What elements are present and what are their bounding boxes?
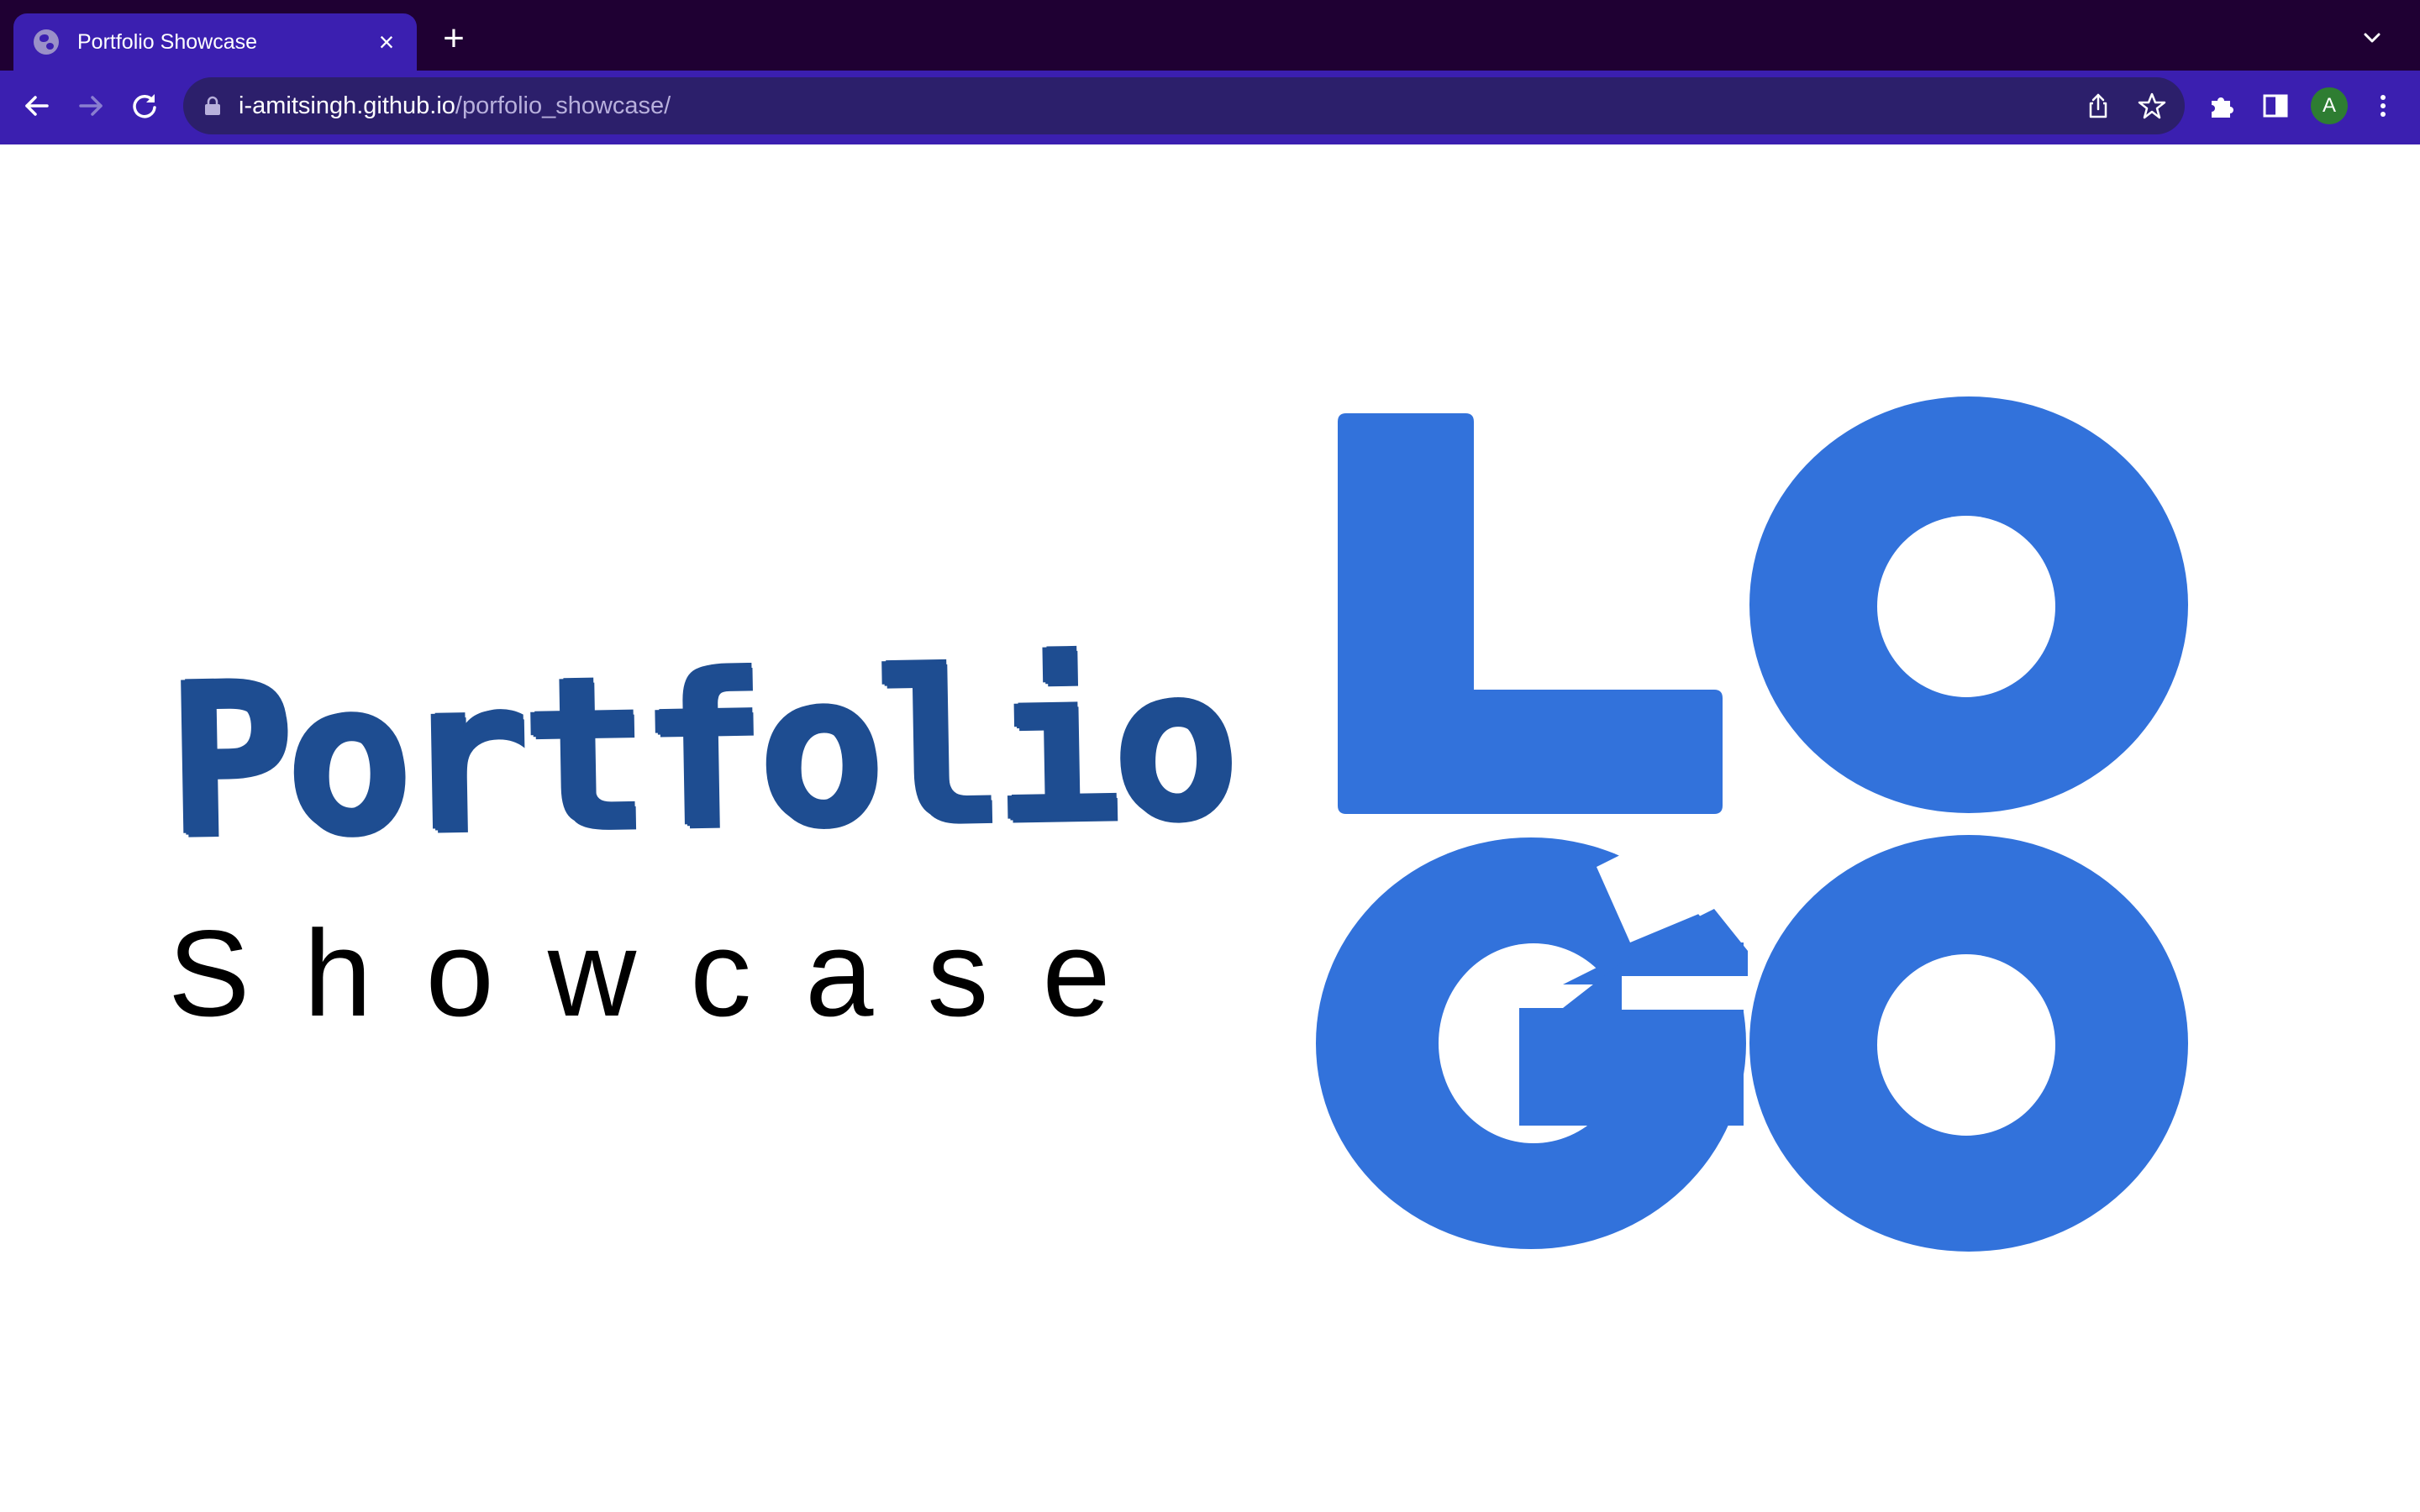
logo-letter-l [1338,413,1723,814]
url-path: /porfolio_showcase/ [455,92,671,119]
kebab-menu-icon[interactable] [2365,87,2402,124]
browser-window: Portfolio Showcase × + i-amitsingh.githu… [0,0,2420,1512]
browser-toolbar: i-amitsingh.github.io/porfolio_showcase/… [0,71,2420,144]
new-tab-button[interactable]: + [435,20,472,57]
close-icon[interactable]: × [371,27,402,57]
globe-icon [34,29,59,55]
address-bar[interactable]: i-amitsingh.github.io/porfolio_showcase/ [183,77,2185,134]
tab-portfolio-showcase[interactable]: Portfolio Showcase × [13,13,417,71]
star-icon[interactable] [2138,92,2166,120]
chevron-down-icon[interactable] [2360,25,2385,50]
reload-icon[interactable] [126,87,163,124]
tab-strip: Portfolio Showcase × + [0,0,2420,71]
hero-title: Portfolio [166,621,1234,885]
hero-subtitle: Showcase [168,905,1165,1042]
logo-letter-o-top [1749,396,2188,813]
side-panel-icon[interactable] [2257,87,2294,124]
arrow-left-icon[interactable] [18,87,55,124]
tab-title: Portfolio Showcase [77,29,258,54]
share-icon[interactable] [2084,92,2112,120]
puzzle-icon[interactable] [2203,87,2240,124]
logo-letter-o-bottom [1749,835,2188,1252]
arrow-right-icon[interactable] [72,87,109,124]
lock-icon[interactable] [203,96,222,116]
url-text[interactable]: i-amitsingh.github.io/porfolio_showcase/ [239,77,671,134]
url-host: i-amitsingh.github.io [239,92,455,119]
profile-avatar[interactable]: A [2311,87,2348,124]
logo-image [1316,396,2188,1252]
logo-letter-g [1316,833,1748,1249]
page-content: Portfolio Showcase [0,144,2420,1512]
